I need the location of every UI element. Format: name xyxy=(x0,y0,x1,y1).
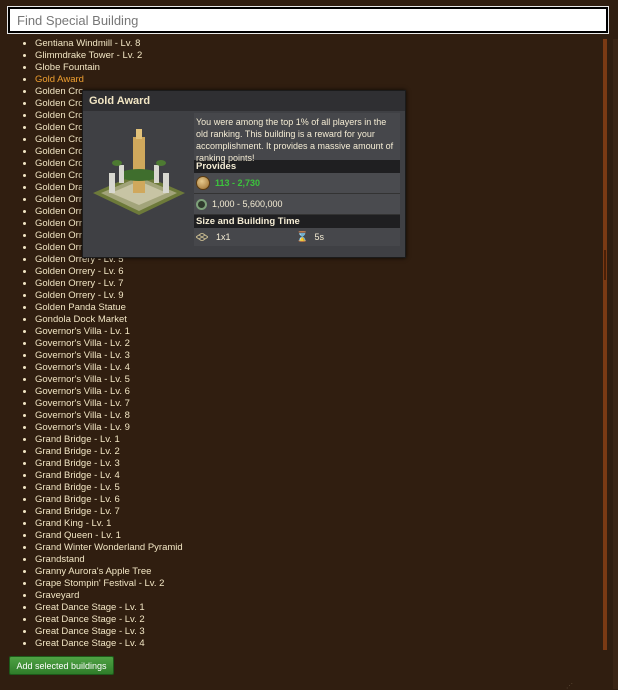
ranking-points-value: 1,000 - 5,600,000 xyxy=(212,199,283,209)
building-list-item[interactable]: Governor's Villa - Lv. 9 xyxy=(35,422,603,434)
building-list-item[interactable]: Grand Bridge - Lv. 7 xyxy=(35,506,603,518)
building-list-item[interactable]: Governor's Villa - Lv. 5 xyxy=(35,374,603,386)
building-list-item[interactable]: Great Dance Stage - Lv. 2 xyxy=(35,614,603,626)
building-list-item[interactable]: Grandstand xyxy=(35,554,603,566)
building-list-item[interactable]: Gold Award xyxy=(35,74,603,86)
building-list-item[interactable]: Golden Orrery - Lv. 9 xyxy=(35,290,603,302)
build-time-value: 5s xyxy=(314,232,324,242)
building-list-item[interactable]: Granny Aurora's Apple Tree xyxy=(35,566,603,578)
building-list-item[interactable]: Grand Bridge - Lv. 6 xyxy=(35,494,603,506)
scrollbar[interactable] xyxy=(603,39,607,650)
building-list-item[interactable]: Graveyard xyxy=(35,590,603,602)
scrollbar-thumb[interactable] xyxy=(604,250,606,280)
building-list-item[interactable]: Great Dance Stage - Lv. 1 xyxy=(35,602,603,614)
building-list-item[interactable]: Grand Bridge - Lv. 3 xyxy=(35,458,603,470)
building-list-item[interactable]: Gondola Dock Market xyxy=(35,314,603,326)
building-list-item[interactable]: Great Dance Stage - Lv. 4 xyxy=(35,638,603,650)
building-list-item[interactable]: Great Dance Stage - Lv. 3 xyxy=(35,626,603,638)
building-list-item[interactable]: Grape Stompin' Festival - Lv. 2 xyxy=(35,578,603,590)
building-list-item[interactable]: Golden Orrery - Lv. 7 xyxy=(35,278,603,290)
add-selected-buildings-button[interactable]: Add selected buildings xyxy=(9,656,114,675)
building-list-item[interactable]: Golden Orrery - Lv. 6 xyxy=(35,266,603,278)
building-list-item[interactable]: Governor's Villa - Lv. 3 xyxy=(35,350,603,362)
building-list-item[interactable]: Grand Winter Wonderland Pyramid xyxy=(35,542,603,554)
building-list-item[interactable]: Grand Bridge - Lv. 2 xyxy=(35,446,603,458)
building-tooltip: Gold Award You were among the top 1% of … xyxy=(82,90,406,258)
size-heading: Size and Building Time xyxy=(194,215,400,228)
search-input[interactable] xyxy=(7,6,609,34)
building-list-item[interactable]: Governor's Villa - Lv. 1 xyxy=(35,326,603,338)
building-list-item[interactable]: Gentiana Windmill - Lv. 8 xyxy=(35,38,603,50)
hourglass-icon: ⌛ xyxy=(296,231,309,243)
building-list-item[interactable]: Governor's Villa - Lv. 7 xyxy=(35,398,603,410)
size-grid-icon xyxy=(195,232,209,242)
coins-row: 113 - 2,730 xyxy=(194,173,400,194)
tooltip-title: Gold Award xyxy=(83,91,405,111)
building-list-item[interactable]: Governor's Villa - Lv. 8 xyxy=(35,410,603,422)
tooltip-description: You were among the top 1% of all players… xyxy=(194,113,400,163)
building-image xyxy=(89,115,189,221)
provides-heading: Provides xyxy=(194,160,400,173)
page-edge xyxy=(613,39,618,689)
size-time-row: 1x1 ⌛ 5s xyxy=(194,228,400,246)
building-list-item[interactable]: Grand Bridge - Lv. 5 xyxy=(35,482,603,494)
building-list-item[interactable]: Governor's Villa - Lv. 2 xyxy=(35,338,603,350)
building-list-item[interactable]: Glimmdrake Tower - Lv. 2 xyxy=(35,50,603,62)
building-list-item[interactable]: Globe Fountain xyxy=(35,62,603,74)
coins-value: 113 - 2,730 xyxy=(215,178,261,188)
building-list-item[interactable]: Golden Panda Statue xyxy=(35,302,603,314)
building-list-item[interactable]: Grand Queen - Lv. 1 xyxy=(35,530,603,542)
tooltip-details: You were among the top 1% of all players… xyxy=(194,113,400,246)
building-list-item[interactable]: Grand King - Lv. 1 xyxy=(35,518,603,530)
building-list-item[interactable]: Grand Bridge - Lv. 4 xyxy=(35,470,603,482)
size-value: 1x1 xyxy=(216,232,231,242)
ranking-row: 1,000 - 5,600,000 xyxy=(194,194,400,215)
coin-icon xyxy=(196,176,210,190)
building-list-item[interactable]: Governor's Villa - Lv. 4 xyxy=(35,362,603,374)
building-list-item[interactable]: Governor's Villa - Lv. 6 xyxy=(35,386,603,398)
building-list-item[interactable]: Grand Bridge - Lv. 1 xyxy=(35,434,603,446)
ranking-points-icon xyxy=(196,198,207,210)
